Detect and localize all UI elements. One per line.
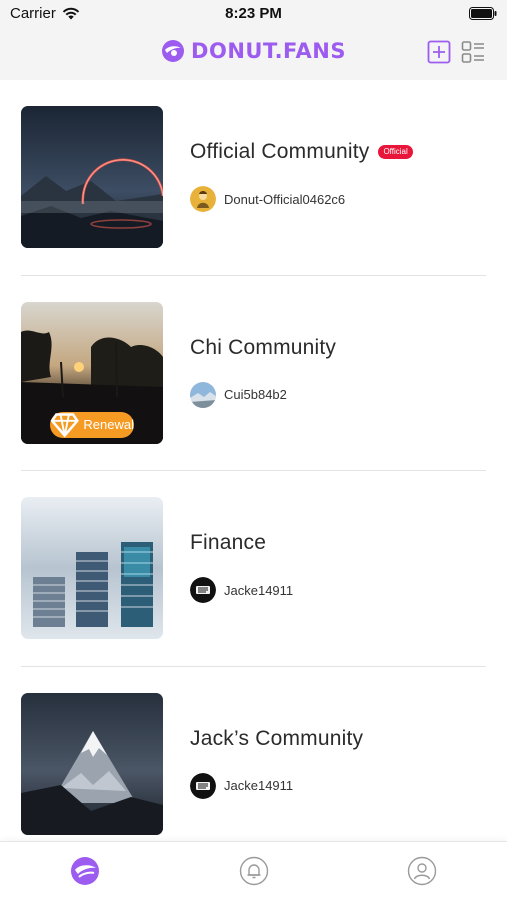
- battery-icon: [469, 7, 497, 20]
- brand-name: DONUT.FANS: [191, 39, 346, 63]
- owner-name: Cui5b84b2: [224, 387, 287, 402]
- tab-profile[interactable]: [407, 856, 437, 886]
- profile-icon: [407, 856, 437, 886]
- clock: 8:23 PM: [225, 5, 282, 22]
- jack-logo-icon: [190, 772, 216, 799]
- add-community-button[interactable]: [427, 40, 451, 64]
- community-title: Jack’s Community: [190, 726, 364, 750]
- community-row[interactable]: Official Community Official Donut-Offici…: [0, 80, 507, 276]
- community-row[interactable]: Jack’s Community Jacke14911: [0, 667, 507, 863]
- avatar: [190, 577, 216, 603]
- avatar: [190, 772, 216, 799]
- community-title: Official Community: [190, 140, 370, 163]
- app-header: DONUT.FANS: [0, 28, 507, 80]
- sky-landscape-icon: [190, 381, 216, 408]
- community-thumbnail: [21, 692, 163, 835]
- community-row[interactable]: Finance Jacke14911: [0, 471, 507, 667]
- community-title: Chi Community: [190, 335, 337, 359]
- community-list: Official Community Official Donut-Offici…: [0, 80, 507, 862]
- jack-logo-icon: [190, 577, 216, 603]
- community-row[interactable]: Renewal Chi Community Cui5b84b2: [0, 276, 507, 471]
- bell-icon: [239, 856, 269, 886]
- community-thumbnail: [21, 497, 163, 639]
- diamond-icon: [50, 412, 79, 437]
- renewal-label: Renewal: [83, 417, 134, 432]
- renewal-button[interactable]: Renewal: [50, 411, 134, 438]
- portal-landscape-icon: [21, 106, 163, 248]
- yellow-character-icon: [190, 186, 216, 212]
- bottom-tab-bar: [0, 841, 507, 900]
- status-bar: Carrier 8:23 PM: [0, 0, 507, 28]
- community-title: Finance: [190, 531, 267, 554]
- tab-notifications[interactable]: [239, 856, 269, 886]
- donut-icon: [71, 857, 99, 885]
- list-view-button[interactable]: [461, 40, 485, 64]
- community-thumbnail: [21, 106, 163, 248]
- snow-mountain-icon: [21, 692, 163, 835]
- owner-name: Donut-Official0462c6: [224, 191, 346, 207]
- owner-name: Jacke14911: [224, 582, 294, 598]
- donut-logo-icon: [162, 40, 185, 62]
- avatar: [190, 381, 216, 408]
- tab-home[interactable]: [70, 856, 100, 886]
- coin-stacks-icon: [21, 497, 163, 639]
- owner-name: Jacke14911: [224, 778, 294, 793]
- avatar: [190, 186, 216, 212]
- official-badge: Official: [378, 145, 413, 159]
- community-thumbnail: Renewal: [21, 301, 163, 444]
